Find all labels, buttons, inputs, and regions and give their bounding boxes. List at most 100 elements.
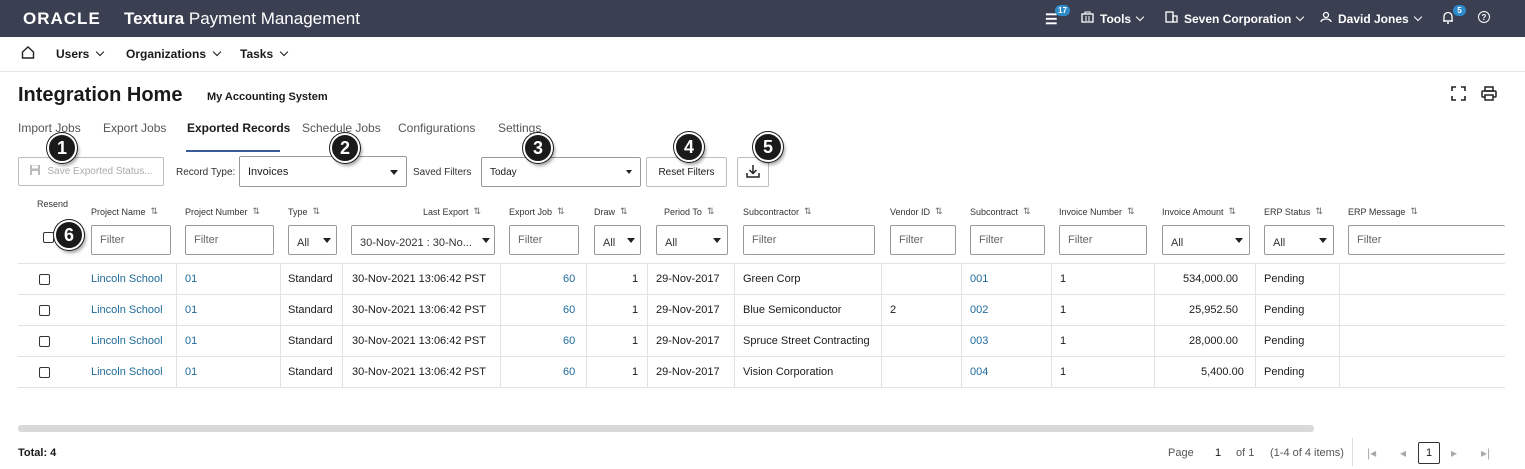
- filter-period-to[interactable]: All: [656, 225, 728, 255]
- page-label: Page: [1168, 447, 1194, 459]
- last-page-icon[interactable]: ▸|: [1481, 446, 1490, 460]
- table-row: Lincoln School 01 Standard 30-Nov-2021 1…: [18, 264, 1505, 295]
- header-invoice-amount[interactable]: Invoice Amount ⇅: [1162, 206, 1236, 217]
- nav-tasks[interactable]: Tasks: [240, 47, 289, 61]
- bell-icon: [1442, 11, 1454, 27]
- project-name-link[interactable]: Lincoln School: [91, 273, 163, 285]
- previous-page-icon[interactable]: ◂: [1400, 446, 1406, 460]
- header-export-job[interactable]: Export Job ⇅: [509, 206, 565, 217]
- tab-import-jobs[interactable]: Import Jobs: [18, 121, 81, 135]
- header-vendor-id[interactable]: Vendor ID ⇅: [890, 206, 943, 217]
- horizontal-scrollbar[interactable]: [18, 425, 1314, 432]
- user-icon: [1320, 11, 1332, 26]
- project-number-link[interactable]: 01: [185, 273, 197, 285]
- resend-header: Resend: [37, 199, 69, 209]
- header-label: Type: [288, 206, 308, 217]
- filter-erp-message[interactable]: Filter: [1348, 225, 1505, 255]
- sort-icon: ⇅: [804, 206, 812, 216]
- filter-erp-status[interactable]: All: [1264, 225, 1334, 255]
- header-subcontractor[interactable]: Subcontractor ⇅: [743, 206, 812, 217]
- header-label: ERP Status: [1264, 206, 1311, 217]
- filter-project-name[interactable]: Filter: [91, 225, 171, 255]
- subcontract-link[interactable]: 003: [970, 335, 988, 347]
- filter-type[interactable]: All: [288, 225, 337, 255]
- tools-menu[interactable]: Tools: [1081, 11, 1145, 26]
- select-all-checkbox[interactable]: [43, 232, 54, 243]
- resend-checkbox[interactable]: [39, 336, 50, 347]
- project-name-link[interactable]: Lincoln School: [91, 335, 163, 347]
- header-last-export[interactable]: Last Export ⇅: [423, 206, 481, 217]
- header-type[interactable]: Type ⇅: [288, 206, 320, 217]
- filter-invoice-amount[interactable]: All: [1162, 225, 1250, 255]
- project-number-link[interactable]: 01: [185, 335, 197, 347]
- header-subcontract[interactable]: Subcontract ⇅: [970, 206, 1031, 217]
- project-name-link[interactable]: Lincoln School: [91, 366, 163, 378]
- user-menu[interactable]: David Jones: [1320, 11, 1422, 26]
- organization-menu[interactable]: Seven Corporation: [1165, 11, 1305, 26]
- print-icon[interactable]: [1481, 86, 1497, 106]
- items-range: (1-4 of 4 items): [1270, 447, 1344, 459]
- export-job-link[interactable]: 60: [563, 366, 575, 378]
- sort-icon: ⇅: [252, 206, 261, 216]
- export-job-link[interactable]: 60: [563, 335, 575, 347]
- saved-filters-select[interactable]: Today: [481, 157, 641, 187]
- export-job-link[interactable]: 60: [563, 273, 575, 285]
- filter-vendor-id[interactable]: Filter: [890, 225, 956, 255]
- resend-checkbox[interactable]: [39, 274, 50, 285]
- sort-icon: ⇅: [706, 206, 715, 216]
- filter-invoice-number[interactable]: Filter: [1059, 225, 1147, 255]
- subcontract-link[interactable]: 004: [970, 366, 988, 378]
- current-page-button[interactable]: 1: [1418, 442, 1440, 464]
- filter-subcontractor[interactable]: Filter: [743, 225, 875, 255]
- header-project-name[interactable]: Project Name ⇅: [91, 206, 158, 217]
- saved-filters-value: Today: [490, 166, 517, 178]
- header-draw[interactable]: Draw ⇅: [594, 206, 628, 217]
- nav-users[interactable]: Users: [56, 47, 105, 61]
- header-project-number[interactable]: Project Number ⇅: [185, 206, 260, 217]
- filter-export-job[interactable]: Filter: [509, 225, 579, 255]
- page-subtitle: My Accounting System: [207, 91, 328, 103]
- next-page-icon[interactable]: ▸: [1451, 446, 1457, 460]
- invoice-amount-cell: 28,000.00: [1189, 335, 1238, 347]
- project-number-link[interactable]: 01: [185, 366, 197, 378]
- header-invoice-number[interactable]: Invoice Number ⇅: [1059, 206, 1135, 217]
- subcontract-link[interactable]: 001: [970, 273, 988, 285]
- page-title: Integration Home: [18, 84, 183, 106]
- sort-icon: ⇅: [1228, 206, 1237, 216]
- first-page-icon[interactable]: |◂: [1367, 446, 1376, 460]
- filter-project-number[interactable]: Filter: [185, 225, 274, 255]
- filter-draw[interactable]: All: [594, 225, 641, 255]
- project-name-link[interactable]: Lincoln School: [91, 304, 163, 316]
- home-button[interactable]: [21, 46, 35, 62]
- notifications-button[interactable]: 5: [1442, 5, 1466, 27]
- tasks-button[interactable]: ☰ 17: [1045, 5, 1070, 28]
- page-input[interactable]: 1: [1215, 447, 1221, 459]
- help-button[interactable]: ?: [1478, 11, 1490, 23]
- resend-checkbox[interactable]: [39, 367, 50, 378]
- fullscreen-icon[interactable]: [1451, 86, 1466, 106]
- filter-subcontract[interactable]: Filter: [970, 225, 1045, 255]
- callout-5: 5: [753, 132, 783, 162]
- subcontract-link[interactable]: 002: [970, 304, 988, 316]
- total-count: Total: 4: [18, 447, 57, 459]
- tab-export-jobs[interactable]: Export Jobs: [103, 121, 166, 135]
- resend-checkbox[interactable]: [39, 305, 50, 316]
- top-bar: ORACLE Textura Payment Management ☰ 17 T…: [0, 0, 1525, 37]
- filter-last-export[interactable]: 30-Nov-2021 : 30-No...: [351, 225, 495, 255]
- draw-cell: 1: [632, 273, 639, 285]
- record-type-select[interactable]: Invoices: [239, 156, 407, 187]
- tab-exported-records[interactable]: Exported Records: [187, 121, 290, 135]
- header-erp-message[interactable]: ERP Message ⇅: [1348, 206, 1418, 217]
- header-period-to[interactable]: Period To ⇅: [664, 206, 714, 217]
- invoice-amount-cell: 5,400.00: [1201, 366, 1244, 378]
- header-erp-status[interactable]: ERP Status ⇅: [1264, 206, 1323, 217]
- sort-icon: ⇅: [312, 206, 321, 216]
- export-job-link[interactable]: 60: [563, 304, 575, 316]
- save-exported-status-button[interactable]: Save Exported Status...: [18, 157, 164, 186]
- caret-down-icon: [390, 169, 398, 175]
- tab-configurations[interactable]: Configurations: [398, 121, 475, 135]
- header-label: Subcontract: [970, 206, 1019, 217]
- download-icon: [746, 164, 760, 181]
- project-number-link[interactable]: 01: [185, 304, 197, 316]
- nav-organizations[interactable]: Organizations: [126, 47, 222, 61]
